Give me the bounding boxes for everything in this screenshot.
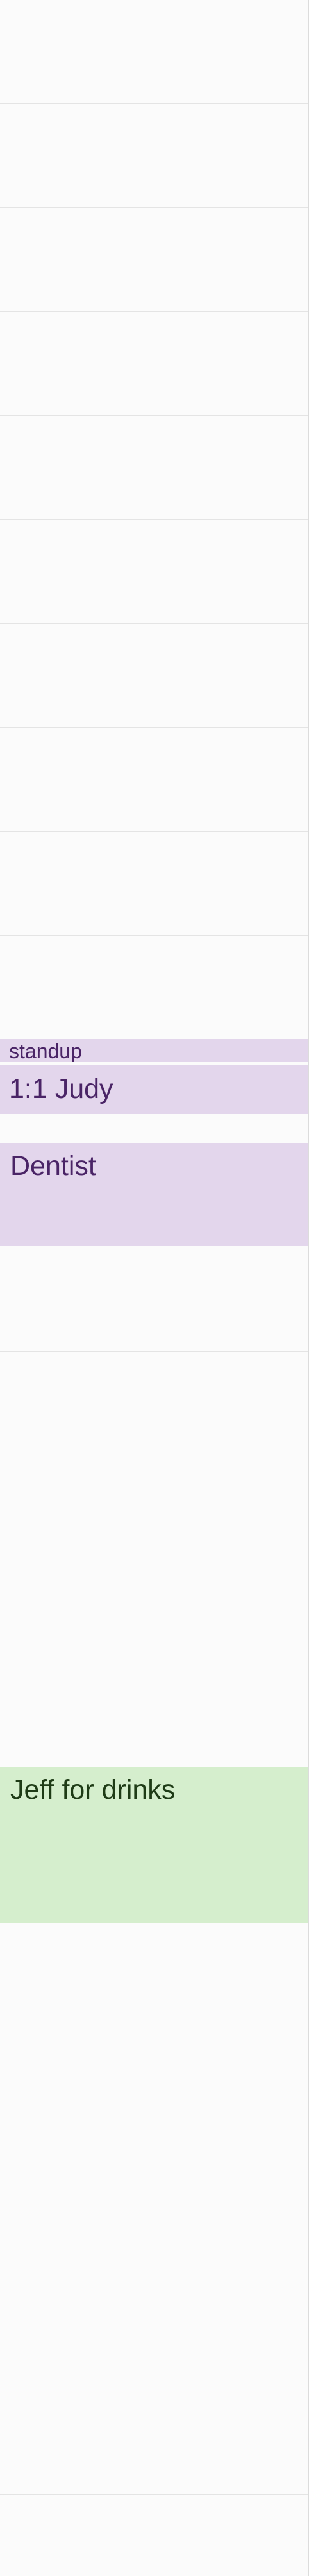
event-title: standup (9, 1040, 82, 1062)
event-standup[interactable]: standup (0, 1039, 308, 1062)
hour-gridline (0, 311, 309, 312)
hour-gridline (0, 623, 309, 624)
hour-gridline (0, 1351, 309, 1352)
hour-gridline (0, 415, 309, 416)
event-title: Jeff for drinks (10, 1774, 176, 1805)
event-1-1-judy[interactable]: 1:1 Judy (0, 1065, 308, 1114)
event-title: Dentist (10, 1151, 96, 1181)
hour-gridline (0, 2494, 309, 2495)
hour-gridline (0, 935, 309, 936)
hour-gridline (0, 831, 309, 832)
hour-gridline (0, 727, 309, 728)
calendar-day-view: standup 1:1 Judy Dentist Jeff for drinks (0, 0, 309, 2576)
hour-gridline (0, 207, 309, 208)
event-jeff-for-drinks[interactable]: Jeff for drinks (0, 1767, 308, 1923)
event-dentist[interactable]: Dentist (0, 1143, 308, 1246)
hour-gridline (0, 519, 309, 520)
event-title: 1:1 Judy (9, 1074, 113, 1104)
hour-gridline (0, 103, 309, 104)
